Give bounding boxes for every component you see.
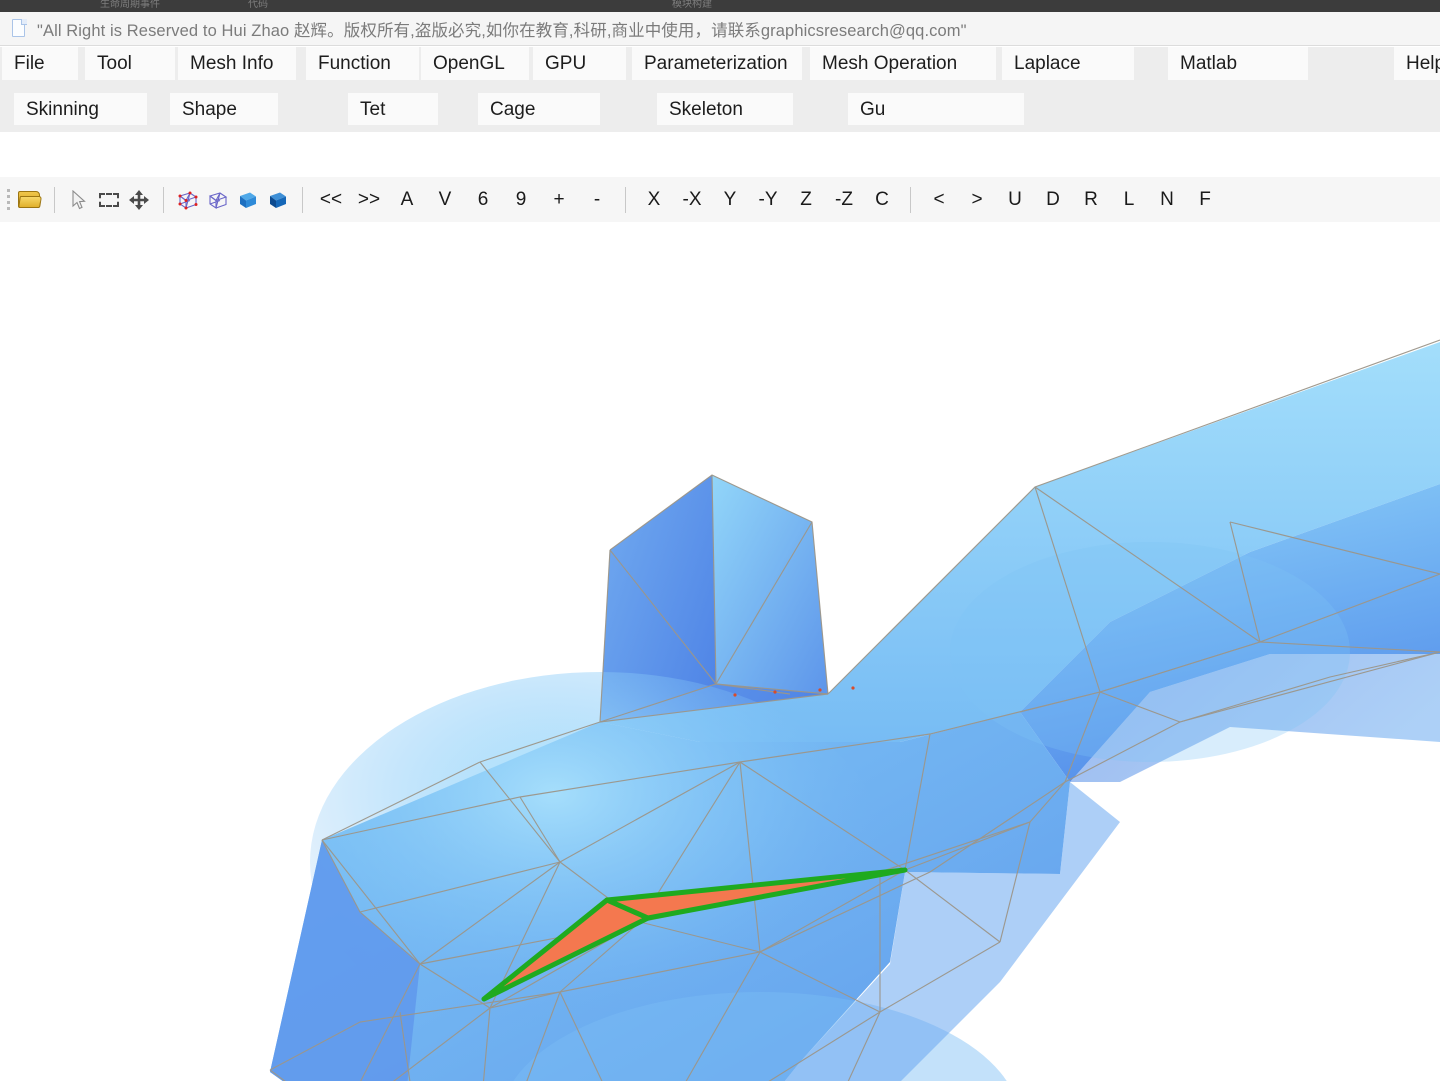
toolbar-button-prev-prev[interactable]: << bbox=[312, 184, 350, 216]
window-title: "All Right is Reserved to Hui Zhao 赵辉。版权… bbox=[37, 21, 967, 40]
menu-item-parameterization[interactable]: Parameterization bbox=[632, 47, 802, 80]
wireframe-points-icon[interactable] bbox=[173, 184, 203, 216]
toolbar-button-z[interactable]: Z bbox=[787, 184, 825, 216]
menu-item-gu[interactable]: Gu bbox=[848, 93, 1024, 125]
toolbar-button-x[interactable]: X bbox=[635, 184, 673, 216]
toolbar-button-9[interactable]: 9 bbox=[502, 184, 540, 216]
title-bar: "All Right is Reserved to Hui Zhao 赵辉。版权… bbox=[0, 12, 1440, 46]
select-pointer-icon[interactable] bbox=[64, 184, 94, 216]
menu-item-shape[interactable]: Shape bbox=[170, 93, 278, 125]
flat-shaded-cube-icon[interactable] bbox=[233, 184, 263, 216]
toolbar-grip-handle[interactable] bbox=[3, 186, 13, 214]
3d-mesh-viewport[interactable] bbox=[0, 222, 1440, 1081]
bg-strip-text-0: 生命周期事件 bbox=[100, 0, 160, 10]
mesh-render bbox=[269, 339, 1440, 1081]
menu-item-help[interactable]: Help bbox=[1394, 47, 1440, 80]
menu-item-cage[interactable]: Cage bbox=[478, 93, 600, 125]
toolbar-separator bbox=[163, 186, 164, 213]
toolbar-button-neg-z[interactable]: -Z bbox=[825, 184, 863, 216]
toolbar-button-a[interactable]: A bbox=[388, 184, 426, 216]
toolbar-button-6[interactable]: 6 bbox=[464, 184, 502, 216]
menu-item-skeleton[interactable]: Skeleton bbox=[657, 93, 793, 125]
menu-item-skinning[interactable]: Skinning bbox=[14, 93, 147, 125]
application-window: 生命周期事件 代码 模块构建 "All Right is Reserved to… bbox=[0, 0, 1440, 1081]
bg-strip-text-1: 代码 bbox=[248, 0, 268, 10]
move-icon[interactable] bbox=[124, 184, 154, 216]
toolbar-button-c[interactable]: C bbox=[863, 184, 901, 216]
menu-item-laplace[interactable]: Laplace bbox=[1002, 47, 1134, 80]
toolbar-button-r[interactable]: R bbox=[1072, 184, 1110, 216]
open-folder-icon[interactable] bbox=[15, 184, 45, 216]
toolbar-separator bbox=[910, 186, 911, 213]
wireframe-icon[interactable] bbox=[203, 184, 233, 216]
menu-bar-row-1: File Tool Mesh Info Function OpenGL GPU … bbox=[0, 47, 1440, 87]
menu-item-mesh-info[interactable]: Mesh Info bbox=[178, 47, 296, 80]
menu-item-tet[interactable]: Tet bbox=[348, 93, 438, 125]
background-window-strip: 生命周期事件 代码 模块构建 bbox=[0, 0, 1440, 12]
toolbar-button-neg-y[interactable]: -Y bbox=[749, 184, 787, 216]
toolbar-separator bbox=[54, 186, 55, 213]
rectangle-select-icon[interactable] bbox=[94, 184, 124, 216]
toolbar-button-left[interactable]: < bbox=[920, 184, 958, 216]
toolbar-button-v[interactable]: V bbox=[426, 184, 464, 216]
bg-strip-text-2: 模块构建 bbox=[672, 0, 712, 10]
menu-item-gpu[interactable]: GPU bbox=[533, 47, 626, 80]
menu-item-mesh-operation[interactable]: Mesh Operation bbox=[810, 47, 996, 80]
toolbar-button-d[interactable]: D bbox=[1034, 184, 1072, 216]
toolbar-button-l[interactable]: L bbox=[1110, 184, 1148, 216]
toolbar-separator bbox=[302, 186, 303, 213]
menu-bar-row-2: Skinning Shape Tet Cage Skeleton Gu bbox=[0, 87, 1440, 132]
toolbar-button-next-next[interactable]: >> bbox=[350, 184, 388, 216]
menu-item-matlab[interactable]: Matlab bbox=[1168, 47, 1308, 80]
menu-item-opengl[interactable]: OpenGL bbox=[421, 47, 529, 80]
toolbar-button-right[interactable]: > bbox=[958, 184, 996, 216]
toolbar-button-minus[interactable]: - bbox=[578, 184, 616, 216]
menu-item-file[interactable]: File bbox=[2, 47, 78, 80]
toolbar-button-u[interactable]: U bbox=[996, 184, 1034, 216]
menu-item-tool[interactable]: Tool bbox=[85, 47, 175, 80]
document-icon bbox=[10, 18, 28, 40]
menu-item-function[interactable]: Function bbox=[306, 47, 419, 80]
mesh-body bbox=[270, 342, 1440, 1081]
toolbar-button-plus[interactable]: + bbox=[540, 184, 578, 216]
toolbar-button-n[interactable]: N bbox=[1148, 184, 1186, 216]
smooth-shaded-cube-icon[interactable] bbox=[263, 184, 293, 216]
toolbar-button-f[interactable]: F bbox=[1186, 184, 1224, 216]
main-toolbar: << >> A V 6 9 + - X -X Y -Y Z -Z C < > U… bbox=[0, 177, 1440, 223]
toolbar-button-y[interactable]: Y bbox=[711, 184, 749, 216]
toolbar-separator bbox=[625, 186, 626, 213]
toolbar-button-neg-x[interactable]: -X bbox=[673, 184, 711, 216]
